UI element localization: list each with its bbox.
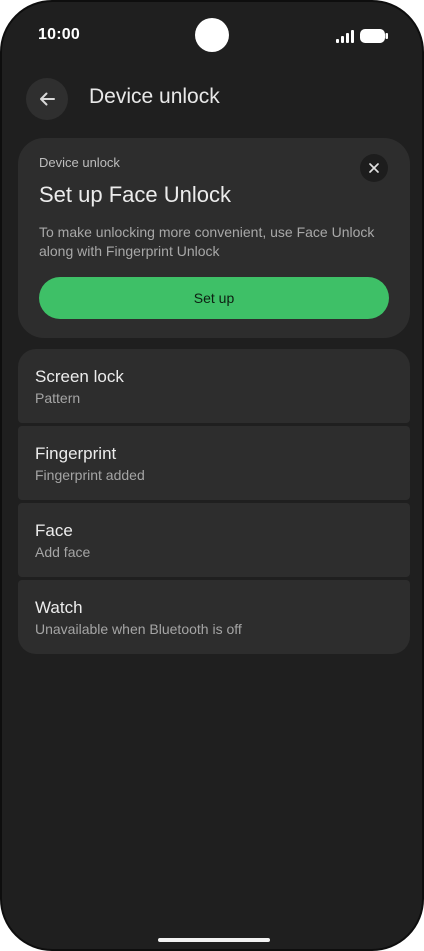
dismiss-card-button[interactable] <box>360 154 388 182</box>
settings-item-watch[interactable]: Watch Unavailable when Bluetooth is off <box>18 580 410 654</box>
front-camera-cutout <box>195 18 229 52</box>
battery-icon <box>360 29 388 43</box>
cellular-signal-icon <box>336 29 354 43</box>
status-bar: 10:00 <box>2 2 422 70</box>
page-title: Device unlock <box>89 85 220 108</box>
item-title: Fingerprint <box>35 444 117 463</box>
home-indicator[interactable] <box>158 938 270 942</box>
settings-item-screen-lock[interactable]: Screen lock Pattern <box>18 349 410 423</box>
set-up-button[interactable]: Set up <box>39 277 389 319</box>
phone-screen: 10:00 Device unlock Device unlock Set up… <box>0 0 424 951</box>
card-title: Set up Face Unlock <box>39 182 231 207</box>
face-unlock-suggestion-card: Device unlock Set up Face Unlock To make… <box>18 138 410 338</box>
top-app-bar: Device unlock <box>26 78 398 120</box>
back-button[interactable] <box>26 78 68 120</box>
item-title: Screen lock <box>35 367 124 386</box>
settings-item-fingerprint[interactable]: Fingerprint Fingerprint added <box>18 426 410 500</box>
card-description: To make unlocking more convenient, use F… <box>39 224 375 259</box>
item-subtitle: Unavailable when Bluetooth is off <box>35 621 242 637</box>
settings-item-face[interactable]: Face Add face <box>18 503 410 577</box>
item-subtitle: Fingerprint added <box>35 467 145 483</box>
item-title: Face <box>35 521 73 540</box>
item-subtitle: Add face <box>35 544 91 560</box>
device-unlock-settings-list: Screen lock Pattern Fingerprint Fingerpr… <box>18 349 410 657</box>
status-time: 10:00 <box>38 26 80 43</box>
close-icon <box>369 163 379 173</box>
status-icons <box>336 29 388 43</box>
card-eyebrow: Device unlock <box>39 155 120 170</box>
item-title: Watch <box>35 598 83 617</box>
item-subtitle: Pattern <box>35 390 81 406</box>
arrow-back-icon <box>40 92 55 106</box>
